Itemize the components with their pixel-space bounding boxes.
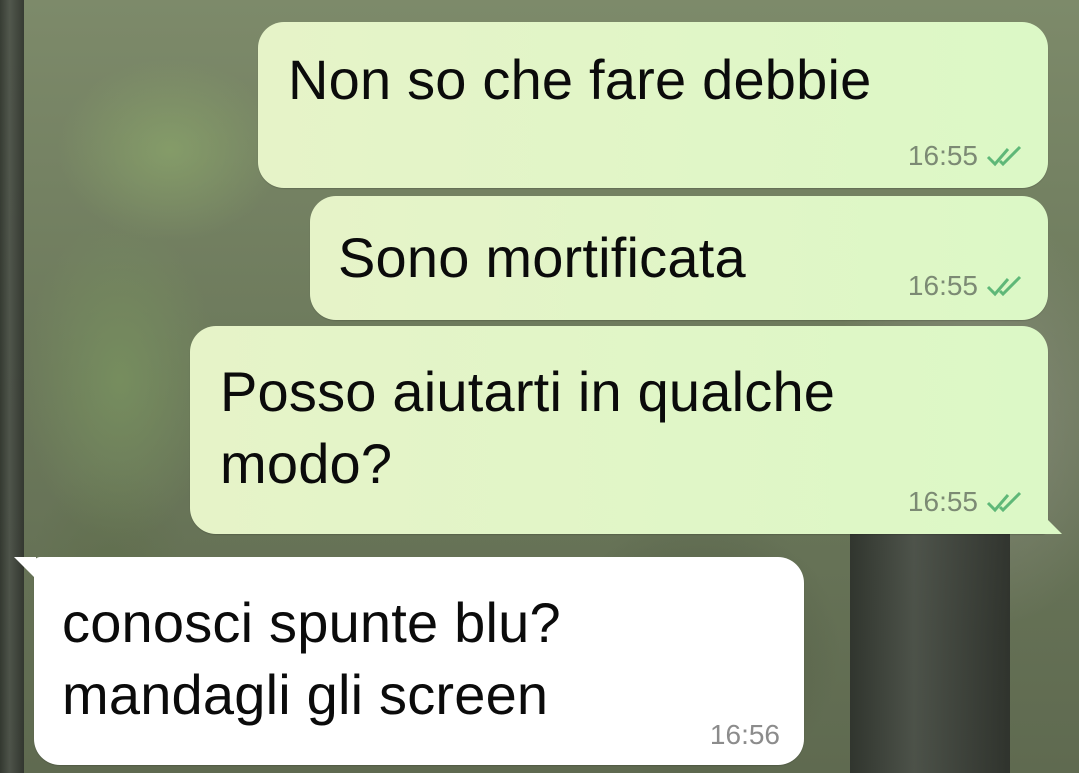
bubble-tail	[1040, 512, 1062, 534]
message-time: 16:55	[907, 140, 978, 171]
double-check-icon	[986, 275, 1022, 297]
double-check-icon	[986, 491, 1022, 513]
double-check-icon	[986, 145, 1022, 167]
outgoing-message-bubble[interactable]: Posso aiutarti in qualche modo? 16:55	[190, 326, 1048, 534]
message-text: Non so che fare debbie	[288, 48, 872, 111]
message-time: 16:56	[709, 719, 780, 750]
message-text: Sono mortificata	[338, 226, 746, 289]
wallpaper-dark-object	[850, 520, 1010, 773]
message-text: Posso aiutarti in qualche modo?	[220, 360, 836, 495]
message-meta: 16:56	[710, 719, 780, 751]
message-time: 16:55	[907, 486, 978, 517]
outgoing-message-bubble[interactable]: Sono mortificata 16:55	[310, 196, 1048, 320]
message-meta: 16:55	[908, 486, 1028, 518]
message-meta: 16:55	[908, 140, 1028, 172]
wallpaper-dark-edge	[0, 0, 24, 773]
outgoing-message-bubble[interactable]: Non so che fare debbie 16:55	[258, 22, 1048, 188]
incoming-message-bubble[interactable]: conosci spunte blu? mandagli gli screen …	[34, 557, 804, 765]
message-time: 16:55	[907, 270, 978, 301]
bubble-tail	[14, 557, 36, 579]
message-meta: 16:55	[908, 270, 1028, 302]
message-text: conosci spunte blu? mandagli gli screen	[62, 591, 561, 726]
